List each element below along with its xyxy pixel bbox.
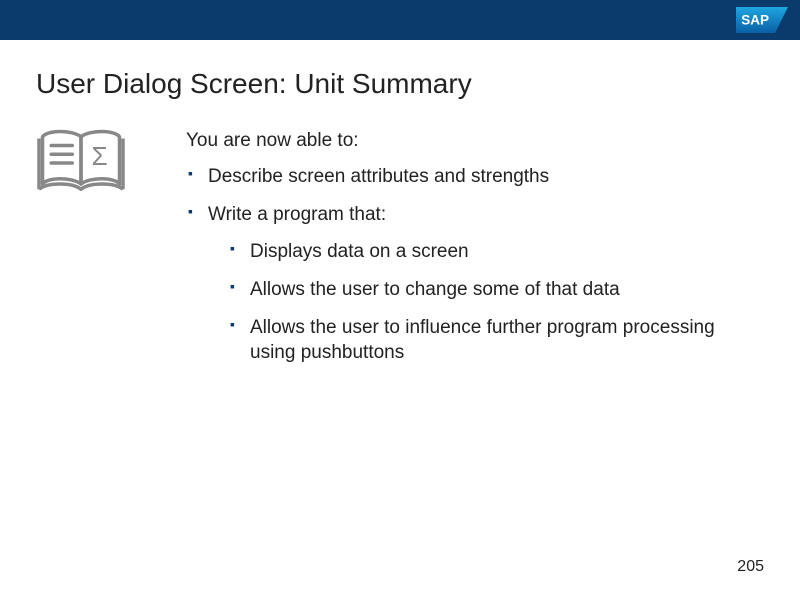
bullet-text: Describe screen attributes and strengths: [208, 166, 549, 187]
content-area: Σ You are now able to: Describe screen a…: [0, 128, 800, 378]
icon-column: Σ: [36, 128, 156, 378]
bullet-text: Write a program that:: [208, 204, 386, 225]
page-title: User Dialog Screen: Unit Summary: [36, 68, 800, 100]
list-item: Displays data on a screen: [230, 239, 764, 265]
intro-text: You are now able to:: [186, 130, 764, 152]
bullet-text: Allows the user to influence further pro…: [250, 317, 715, 364]
bullet-list: Describe screen attributes and strengths…: [186, 164, 764, 366]
list-item: Allows the user to influence further pro…: [230, 315, 764, 366]
list-item: Allows the user to change some of that d…: [230, 277, 764, 303]
sap-logo-icon: SAP: [736, 7, 788, 33]
page-number: 205: [737, 558, 764, 576]
header-bar: SAP: [0, 0, 800, 40]
bullet-text: Allows the user to change some of that d…: [250, 279, 620, 300]
list-item: Write a program that: Displays data on a…: [188, 202, 764, 366]
list-item: Describe screen attributes and strengths: [188, 164, 764, 190]
bullet-text: Displays data on a screen: [250, 241, 469, 262]
text-column: You are now able to: Describe screen att…: [156, 128, 764, 378]
logo-text: SAP: [741, 13, 769, 28]
summary-book-icon: Σ: [36, 128, 126, 198]
sigma-icon: Σ: [92, 141, 108, 171]
sub-bullet-list: Displays data on a screen Allows the use…: [208, 239, 764, 366]
